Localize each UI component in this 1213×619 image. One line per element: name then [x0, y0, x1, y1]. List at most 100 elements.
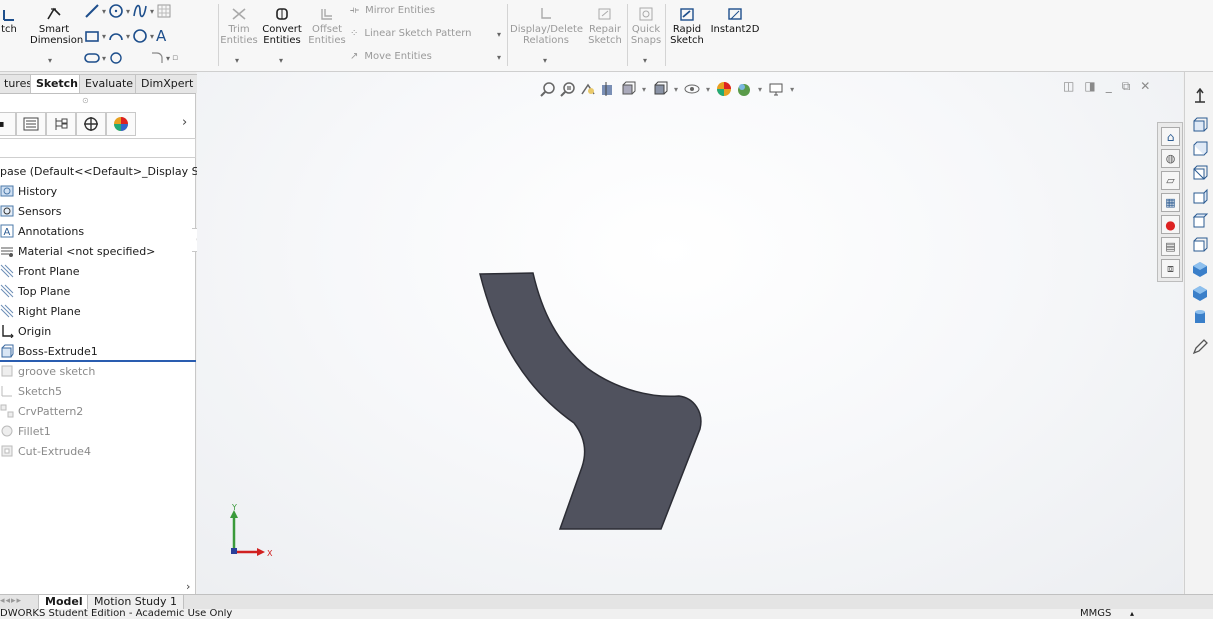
- units-dropdown-icon[interactable]: ▴: [1130, 609, 1134, 619]
- edit-appearance-icon[interactable]: [716, 81, 732, 97]
- previous-view-icon[interactable]: [580, 81, 596, 97]
- display-manager-tab[interactable]: [106, 112, 136, 136]
- back-view-icon[interactable]: [1191, 140, 1209, 158]
- feature-manager-tab[interactable]: ▪: [0, 112, 16, 136]
- linear-sketch-pattern-button[interactable]: ⁘ Linear Sketch Pattern: [350, 28, 472, 39]
- tree-item-cut-extrude4[interactable]: Cut-Extrude4: [0, 442, 91, 460]
- trimetric-view-icon[interactable]: [1191, 284, 1209, 302]
- tab-model[interactable]: Model: [38, 595, 90, 610]
- tree-item-top-plane[interactable]: Top Plane: [0, 282, 70, 300]
- instant2d-button[interactable]: Instant2D: [709, 2, 761, 35]
- close-icon[interactable]: ✕: [1140, 79, 1150, 94]
- feature-manager-panel: ⊙ ▪ › pase (Default<<Default>_Display St…: [0, 94, 240, 594]
- repair-sketch-button[interactable]: Repair Sketch: [586, 2, 624, 46]
- smart-dimension-dropdown[interactable]: ▾: [48, 56, 52, 65]
- isometric-view-icon[interactable]: [1191, 260, 1209, 278]
- tree-item-sketch5[interactable]: Sketch5: [0, 382, 62, 400]
- tab-motion-study-1[interactable]: Motion Study 1: [87, 595, 185, 610]
- feature-tree-filter-input[interactable]: [0, 138, 196, 158]
- tree-item-groove-sketch[interactable]: groove sketch: [0, 362, 95, 380]
- apply-scene-dropdown[interactable]: ▾: [758, 85, 762, 94]
- manager-tabs-scroll-right[interactable]: ›: [182, 115, 187, 130]
- appearances-tab[interactable]: ●: [1161, 215, 1180, 234]
- tree-item-right-plane[interactable]: Right Plane: [0, 302, 81, 320]
- property-manager-tab[interactable]: [16, 112, 46, 136]
- section-view-icon[interactable]: [600, 81, 616, 97]
- apply-scene-icon[interactable]: [736, 81, 752, 97]
- solidworks-resources-tab[interactable]: ⌂: [1161, 127, 1180, 146]
- front-view-icon[interactable]: [1191, 116, 1209, 134]
- display-style-dropdown[interactable]: ▾: [674, 85, 678, 94]
- tab-evaluate[interactable]: Evaluate: [79, 74, 140, 93]
- view-orientation-icon[interactable]: [620, 81, 636, 97]
- trim-dropdown[interactable]: ▾: [235, 56, 239, 65]
- configuration-manager-tab[interactable]: [46, 112, 76, 136]
- tree-item-history[interactable]: History: [0, 182, 57, 200]
- move-dropdown[interactable]: ▾: [497, 53, 501, 62]
- tree-item-annotations[interactable]: A Annotations: [0, 222, 84, 240]
- trim-entities-button[interactable]: Trim Entities: [220, 2, 258, 46]
- custom-properties-tab[interactable]: ▤: [1161, 237, 1180, 256]
- tab-scroll-buttons[interactable]: ◂◂▸▸: [0, 596, 36, 608]
- dimetric-view-icon[interactable]: [1191, 308, 1209, 326]
- convert-dropdown[interactable]: ▾: [279, 56, 283, 65]
- tab-sketch[interactable]: Sketch: [30, 74, 85, 93]
- tile-window-icon[interactable]: ◫: [1063, 79, 1074, 94]
- right-view-icon[interactable]: [1191, 188, 1209, 206]
- display-style-icon[interactable]: [652, 81, 668, 97]
- linear-pattern-dropdown[interactable]: ▾: [497, 30, 501, 39]
- sketch-pencil-icon[interactable]: [1191, 338, 1209, 356]
- tab-dimxpert[interactable]: DimXpert: [135, 74, 200, 93]
- zoom-to-area-icon[interactable]: [560, 81, 576, 97]
- tree-item-boss-extrude1[interactable]: Boss-Extrude1: [0, 342, 98, 360]
- design-library-tab[interactable]: ◍: [1161, 149, 1180, 168]
- offset-entities-button[interactable]: Offset Entities: [307, 2, 347, 46]
- hide-show-dropdown[interactable]: ▾: [706, 85, 710, 94]
- normal-to-icon[interactable]: [1191, 88, 1209, 106]
- bottom-view-icon[interactable]: [1191, 236, 1209, 254]
- split-window-icon[interactable]: ◨: [1084, 79, 1095, 94]
- line-tool[interactable]: ▾ ▾ ▾: [84, 3, 172, 19]
- slot-tool[interactable]: ▾ ▾ ▫: [84, 51, 178, 65]
- panel-splitter-handle[interactable]: ⊙: [82, 96, 89, 105]
- property-manager-icon: [23, 117, 39, 131]
- units-selector[interactable]: MMGS: [1080, 609, 1111, 619]
- smart-dimension-button[interactable]: Smart Dimension: [30, 2, 83, 46]
- restore-icon[interactable]: ⧉: [1122, 79, 1131, 94]
- tree-item-fillet1[interactable]: Fillet1: [0, 422, 51, 440]
- display-delete-relations-button[interactable]: Display/Delete Relations: [510, 2, 583, 46]
- tree-item-sensors[interactable]: Sensors: [0, 202, 61, 220]
- move-entities-button[interactable]: ↗ Move Entities: [350, 51, 432, 62]
- quick-snaps-dropdown[interactable]: ▾: [643, 56, 647, 65]
- top-view-icon[interactable]: [1191, 212, 1209, 230]
- repair-sketch-icon: [598, 8, 611, 20]
- trim-icon: [232, 8, 246, 20]
- left-view-icon[interactable]: [1191, 164, 1209, 182]
- view-orientation-dropdown[interactable]: ▾: [642, 85, 646, 94]
- tree-item-front-plane[interactable]: Front Plane: [0, 262, 80, 280]
- view-palette-tab[interactable]: ▦: [1161, 193, 1180, 212]
- forum-tab[interactable]: ⧈: [1161, 259, 1180, 278]
- tree-item-material[interactable]: Material <not specified>: [0, 242, 155, 260]
- tree-item-origin[interactable]: Origin: [0, 322, 51, 340]
- convert-entities-button[interactable]: Convert Entities: [261, 2, 303, 46]
- dimxpert-manager-tab[interactable]: [76, 112, 106, 136]
- hide-show-items-icon[interactable]: [684, 81, 700, 97]
- tree-item-label: History: [18, 184, 58, 198]
- file-explorer-tab[interactable]: ▱: [1161, 171, 1180, 190]
- quick-snaps-button[interactable]: Quick Snaps: [629, 2, 663, 46]
- zoom-to-fit-icon[interactable]: [540, 81, 556, 97]
- minimize-icon[interactable]: _: [1106, 79, 1112, 94]
- mirror-entities-button[interactable]: ⟛ Mirror Entities: [350, 5, 435, 16]
- graphics-area[interactable]: Y X: [197, 72, 1183, 596]
- tree-scroll-right[interactable]: ›: [186, 580, 190, 593]
- tree-item-crvpattern2[interactable]: CrvPattern2: [0, 402, 83, 420]
- feature-tree-icon: ▪: [0, 118, 5, 130]
- view-settings-icon[interactable]: [768, 81, 784, 97]
- rectangle-tool[interactable]: ▾ ▾ ▾ A: [84, 27, 166, 45]
- rapid-sketch-button[interactable]: Rapid Sketch: [668, 2, 706, 46]
- view-settings-dropdown[interactable]: ▾: [790, 85, 794, 94]
- part-body[interactable]: [479, 272, 702, 530]
- relations-dropdown[interactable]: ▾: [543, 56, 547, 65]
- sketch-button[interactable]: tch: [0, 2, 18, 35]
